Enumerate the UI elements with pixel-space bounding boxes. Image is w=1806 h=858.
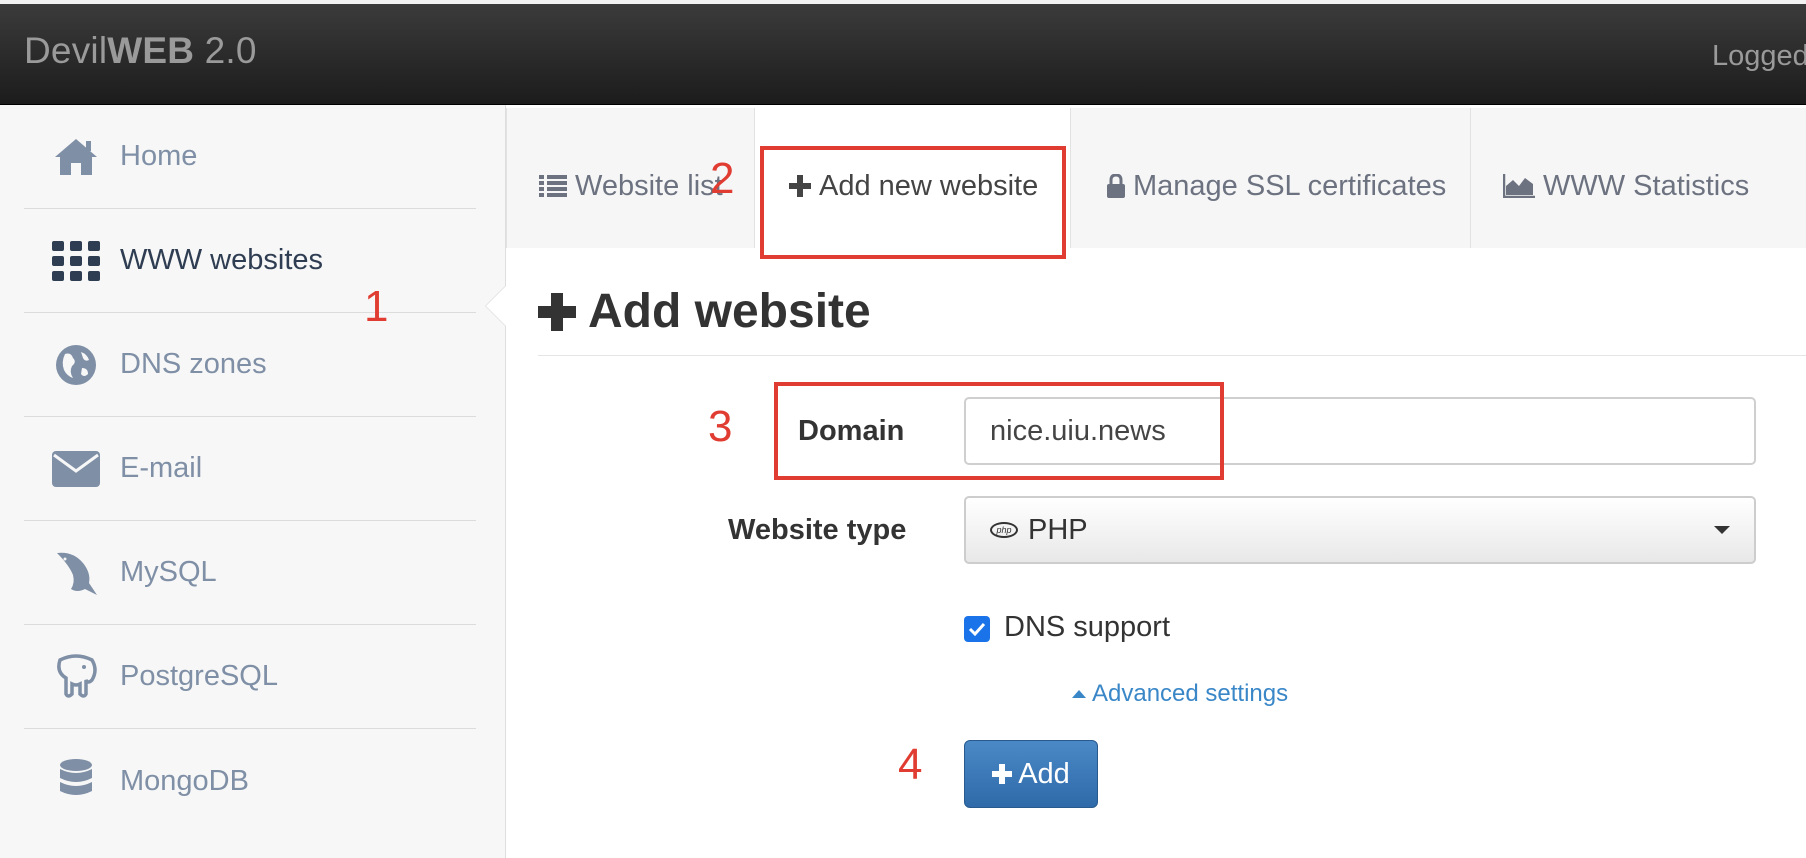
page-title-text: Add website bbox=[588, 285, 871, 338]
envelope-icon bbox=[50, 443, 102, 495]
database-icon bbox=[50, 755, 102, 807]
home-icon bbox=[50, 131, 102, 183]
highlight-box-tab bbox=[760, 146, 1066, 259]
dns-support-label[interactable]: DNS support bbox=[1004, 611, 1170, 644]
title-divider bbox=[538, 355, 1806, 356]
add-button-label: Add bbox=[1018, 757, 1070, 790]
tab-label: Website list bbox=[575, 169, 723, 202]
website-type-label: Website type bbox=[728, 514, 907, 546]
sidebar-item-email[interactable]: E-mail bbox=[24, 417, 476, 521]
sidebar-item-www-websites[interactable]: WWW websites bbox=[24, 209, 476, 313]
plus-icon bbox=[992, 764, 1013, 784]
sidebar-item-dns-zones[interactable]: DNS zones bbox=[24, 313, 476, 417]
list-icon bbox=[539, 174, 567, 198]
sidebar-item-label: Home bbox=[120, 140, 198, 172]
website-type-value: PHP bbox=[1028, 513, 1088, 546]
logged-in-status: Logged bbox=[1712, 40, 1806, 72]
sidebar-item-label: E-mail bbox=[120, 452, 203, 484]
tab-bar: Website list Add new website Manage SSL … bbox=[506, 108, 1806, 248]
elephant-icon bbox=[50, 651, 102, 703]
dolphin-icon bbox=[50, 547, 102, 599]
tab-label: WWW Statistics bbox=[1543, 169, 1750, 202]
website-type-select[interactable]: php PHP bbox=[964, 496, 1756, 564]
grid-icon bbox=[50, 235, 102, 287]
tab-www-statistics[interactable]: WWW Statistics bbox=[1470, 108, 1806, 248]
highlight-box-domain bbox=[774, 382, 1224, 480]
top-navbar: DevilWEB 2.0 Logged bbox=[0, 0, 1806, 105]
tab-label: Manage SSL certificates bbox=[1133, 169, 1447, 202]
brand-light-text: Devil bbox=[24, 30, 108, 71]
area-chart-icon bbox=[1503, 174, 1535, 198]
checkmark-icon bbox=[968, 622, 986, 636]
sidebar-item-home[interactable]: Home bbox=[24, 105, 476, 209]
brand-bold-text: WEB bbox=[107, 30, 195, 71]
annotation-3: 3 bbox=[708, 402, 733, 451]
add-button[interactable]: Add bbox=[964, 740, 1098, 808]
advanced-settings-text: Advanced settings bbox=[1092, 680, 1289, 707]
sidebar-item-mongodb[interactable]: MongoDB bbox=[24, 729, 476, 833]
tab-manage-ssl-certificates[interactable]: Manage SSL certificates bbox=[1070, 108, 1470, 248]
plus-icon bbox=[538, 292, 576, 331]
annotation-4: 4 bbox=[898, 740, 923, 789]
lock-icon bbox=[1107, 174, 1125, 198]
sidebar-item-label: DNS zones bbox=[120, 348, 267, 380]
annotation-2: 2 bbox=[710, 154, 735, 203]
annotation-1: 1 bbox=[364, 282, 389, 331]
caret-up-icon bbox=[1072, 690, 1086, 698]
active-pointer bbox=[486, 286, 506, 326]
page-title: Add website bbox=[538, 284, 871, 339]
chevron-down-icon bbox=[1714, 526, 1730, 534]
sidebar-item-label: WWW websites bbox=[120, 244, 323, 276]
sidebar-item-label: MongoDB bbox=[120, 764, 249, 797]
sidebar-item-label: PostgreSQL bbox=[120, 660, 278, 692]
globe-icon bbox=[50, 339, 102, 391]
advanced-settings-link[interactable]: Advanced settings bbox=[1072, 680, 1288, 708]
dns-support-checkbox[interactable] bbox=[964, 616, 990, 642]
php-icon: php bbox=[990, 522, 1018, 538]
sidebar-item-mysql[interactable]: MySQL bbox=[24, 521, 476, 625]
sidebar-item-label: MySQL bbox=[120, 556, 217, 588]
brand-version: 2.0 bbox=[194, 30, 257, 71]
brand-logo[interactable]: DevilWEB 2.0 bbox=[24, 30, 257, 72]
sidebar: Home WWW websites DNS zones E-mail MySQL bbox=[0, 105, 506, 858]
sidebar-item-postgresql[interactable]: PostgreSQL bbox=[24, 625, 476, 729]
